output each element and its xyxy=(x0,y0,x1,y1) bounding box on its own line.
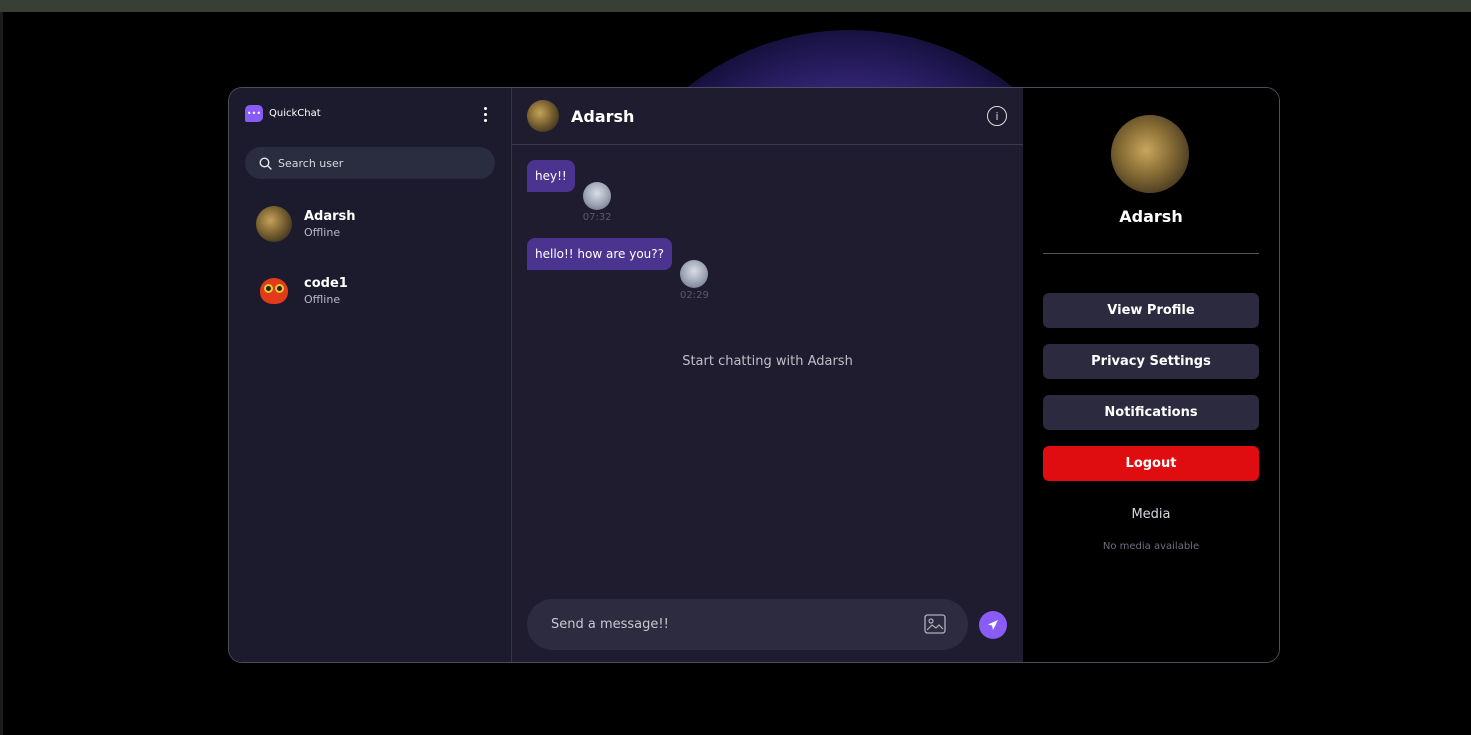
message-time: 07:32 xyxy=(582,212,612,223)
chat-avatar xyxy=(527,100,559,132)
logout-button[interactable]: Logout xyxy=(1043,446,1259,481)
notifications-button[interactable]: Notifications xyxy=(1043,395,1259,430)
message-meta: 07:32 xyxy=(583,182,612,223)
user-status: Offline xyxy=(304,226,341,239)
media-title: Media xyxy=(1131,507,1171,522)
window-left-edge xyxy=(0,12,3,735)
user-name: code1 xyxy=(304,276,348,291)
media-empty-note: No media available xyxy=(1102,541,1200,552)
message-bubble: hey!! xyxy=(527,160,575,192)
user-list-item-adarsh[interactable]: Adarsh Offline xyxy=(256,206,356,242)
message: hello!! how are you?? 02:29 xyxy=(527,238,709,301)
user-status: Offline xyxy=(304,293,341,306)
image-upload-icon[interactable] xyxy=(924,614,946,634)
send-icon xyxy=(988,620,998,630)
app-name: QuickChat xyxy=(269,108,321,119)
search-input[interactable] xyxy=(278,156,478,170)
info-icon[interactable]: i xyxy=(987,106,1007,126)
message-bubble: hello!! how are you?? xyxy=(527,238,673,270)
user-name: Adarsh xyxy=(304,209,356,224)
message: hey!! 07:32 xyxy=(527,160,612,223)
chat-bubble-logo-icon: ••• xyxy=(245,105,263,122)
more-options-icon[interactable] xyxy=(479,106,491,124)
profile-name: Adarsh xyxy=(1119,207,1183,226)
profile-panel: Adarsh View Profile Privacy Settings Not… xyxy=(1023,88,1279,662)
message-input[interactable] xyxy=(551,617,911,632)
message-time: 02:29 xyxy=(680,290,709,301)
chat-app-window: ••• QuickChat Adarsh Offline c xyxy=(228,87,1280,663)
avatar xyxy=(256,206,292,242)
search-bar xyxy=(245,147,495,179)
user-list-item-code1[interactable]: code1 Offline xyxy=(256,273,348,309)
sender-avatar xyxy=(680,260,709,288)
chat-start-note: Start chatting with Adarsh xyxy=(682,354,853,369)
message-composer xyxy=(527,599,968,650)
chat-title: Adarsh xyxy=(571,106,635,126)
profile-avatar xyxy=(1111,115,1189,193)
send-button[interactable] xyxy=(979,611,1007,639)
chat-area: Adarsh i hey!! 07:32 hello!! how are you… xyxy=(512,88,1023,662)
privacy-settings-button[interactable]: Privacy Settings xyxy=(1043,344,1259,379)
view-profile-button[interactable]: View Profile xyxy=(1043,293,1259,328)
message-meta: 02:29 xyxy=(680,260,709,301)
owl-avatar-icon xyxy=(260,278,288,304)
brand: ••• QuickChat xyxy=(245,105,321,122)
window-top-bar xyxy=(0,0,1471,12)
search-icon xyxy=(259,156,272,170)
sidebar: ••• QuickChat Adarsh Offline c xyxy=(229,88,512,662)
sender-avatar xyxy=(583,182,612,210)
avatar xyxy=(256,273,292,309)
divider xyxy=(1043,253,1259,254)
chat-header: Adarsh i xyxy=(512,88,1023,145)
